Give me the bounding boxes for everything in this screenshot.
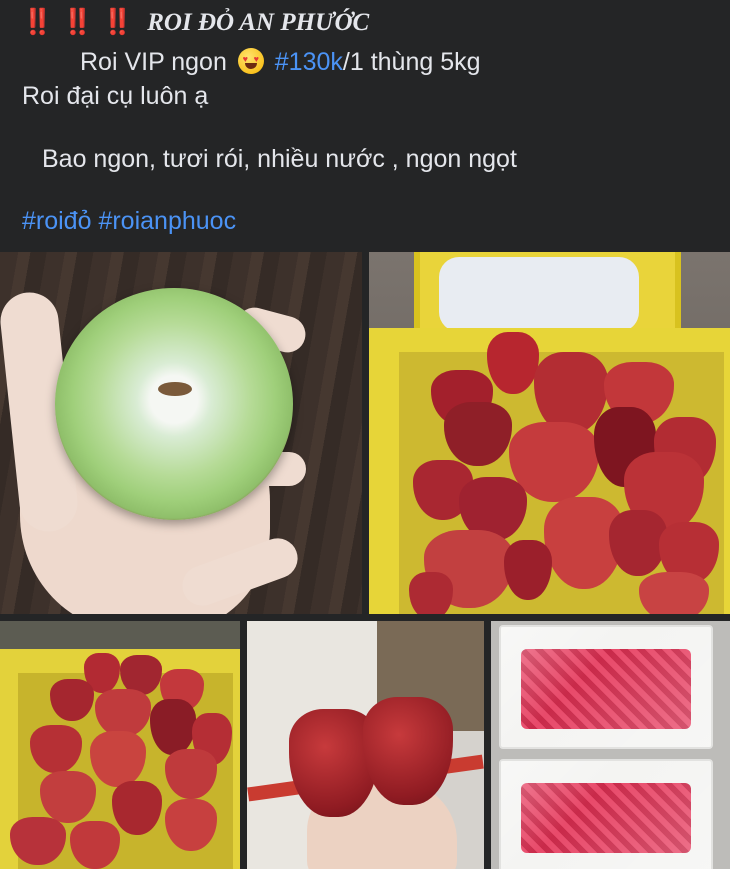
hashtag-link-roianphuoc[interactable]: #roianphuoc bbox=[98, 207, 236, 235]
price-line: Roi VIP ngon ♥ ♥ #130k/1 thùng 5kg bbox=[80, 48, 481, 77]
price-unit: /1 thùng 5kg bbox=[342, 48, 481, 76]
post-title-line: ‼️ ‼️ ‼️ ROI ĐỎ AN PHƯỚC bbox=[22, 8, 369, 37]
price-line-label: Roi VIP ngon bbox=[80, 48, 227, 76]
heart-eyes-emoji-icon: ♥ ♥ bbox=[237, 48, 264, 74]
post-text: ‼️ ‼️ ‼️ ROI ĐỎ AN PHƯỚC Roi VIP ngon ♥ ♥… bbox=[0, 0, 730, 252]
photo-basket-rose-apples-2[interactable] bbox=[0, 621, 240, 869]
double-exclamation-icon: ‼️ ‼️ ‼️ bbox=[22, 8, 135, 36]
photo-hand-holding-rose-apples[interactable] bbox=[247, 621, 484, 869]
post-title: ROI ĐỎ AN PHƯỚC bbox=[147, 9, 370, 36]
cut-rose-apple bbox=[55, 288, 293, 520]
photo-basket-rose-apples[interactable] bbox=[369, 252, 730, 614]
price-hashtag-link[interactable]: #130k bbox=[275, 48, 343, 76]
hashtag-link-roido[interactable]: #roiđỏ bbox=[22, 207, 92, 235]
post-line-3: Roi đại cụ luôn ạ bbox=[22, 82, 209, 110]
photo-packed-rose-apple-trays[interactable] bbox=[491, 621, 730, 869]
photo-cut-rose-apple[interactable] bbox=[0, 252, 362, 614]
hashtags-line: #roiđỏ #roianphuoc bbox=[22, 207, 236, 236]
post-line-4: Bao ngon, tươi rói, nhiều nước , ngon ng… bbox=[42, 145, 517, 173]
